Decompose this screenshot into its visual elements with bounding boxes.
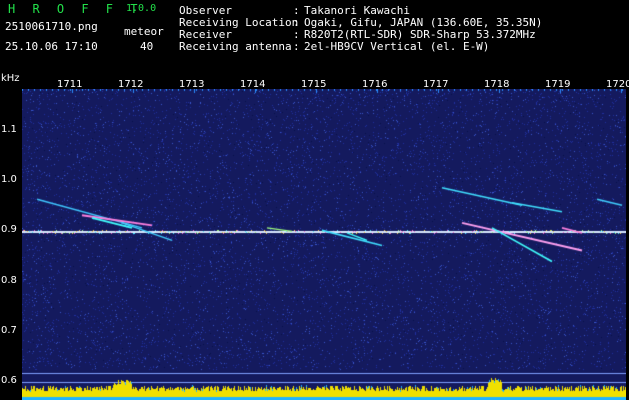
datetime: 25.10.06 17:10 xyxy=(5,40,98,53)
header-panel: H R O F F T 1.0.0 2510061710.png meteor … xyxy=(0,0,629,72)
spectrogram-canvas xyxy=(22,89,626,400)
y-tick-label: 0.9 xyxy=(1,224,17,235)
file-name: 2510061710.png xyxy=(5,20,98,33)
spectrogram-panel xyxy=(22,89,626,400)
y-tick-label: 1.0 xyxy=(1,174,17,185)
meteor-label: meteor xyxy=(124,25,164,38)
antenna-colon: : xyxy=(293,40,300,53)
meteor-count: 40 xyxy=(140,40,154,53)
y-unit-label: kHz xyxy=(1,73,20,84)
y-tick-label: 1.1 xyxy=(1,124,17,135)
antenna-label: Receiving antenna xyxy=(179,40,292,53)
y-tick-label: 0.8 xyxy=(1,275,17,286)
app-version: 1.0.0 xyxy=(126,3,157,14)
y-tick-label: 0.7 xyxy=(1,325,17,336)
antenna-value: 2el-HB9CV Vertical (el. E-W) xyxy=(304,40,490,53)
y-tick-label: 0.6 xyxy=(1,375,17,386)
app-title: H R O F F T xyxy=(8,2,143,16)
